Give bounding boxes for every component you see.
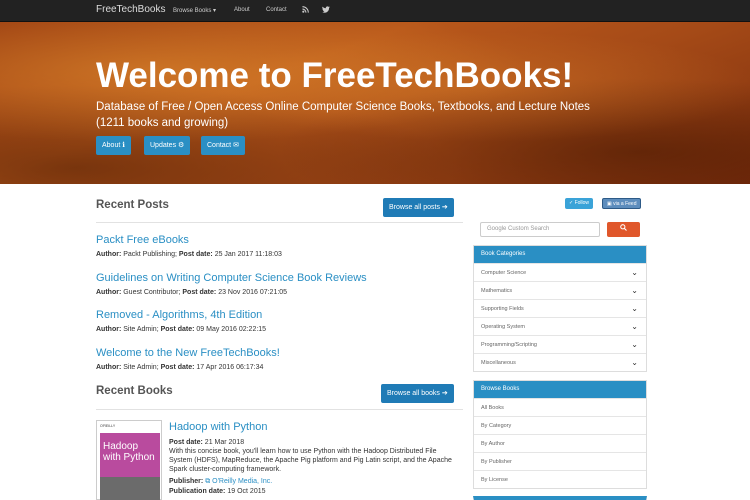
- divider: [96, 409, 463, 410]
- chevron-down-icon[interactable]: ⌄: [631, 282, 638, 300]
- magnifier-icon: [620, 224, 627, 233]
- browse-item-by-author[interactable]: By Author: [474, 434, 646, 452]
- category-item[interactable]: Operating System ⌄: [474, 317, 646, 335]
- cover-publisher: O'REILLY: [100, 424, 116, 428]
- feed-subscribe-button[interactable]: ▣ via a Feed: [602, 198, 642, 209]
- post-meta: Author: Site Admin; Post date: 17 Apr 20…: [96, 364, 264, 371]
- category-item[interactable]: Computer Science ⌄: [474, 263, 646, 281]
- search-input[interactable]: Google Custom Search: [480, 222, 600, 237]
- browse-item-all-books[interactable]: All Books: [474, 398, 646, 416]
- external-link-icon: ⧉: [205, 478, 211, 485]
- category-item[interactable]: Supporting Fields ⌄: [474, 299, 646, 317]
- post-title-link[interactable]: Guidelines on Writing Computer Science B…: [96, 272, 463, 284]
- browse-all-books-button[interactable]: Browse all books ➔: [381, 384, 454, 403]
- post-meta: Author: Packt Publishing; Post date: 25 …: [96, 251, 282, 258]
- divider: [96, 222, 463, 223]
- panel-heading: Book Categories: [474, 246, 646, 263]
- hero-subtitle: Database of Free / Open Access Online Co…: [96, 101, 590, 129]
- chevron-down-icon[interactable]: ⌄: [631, 354, 638, 372]
- post-title-link[interactable]: Removed - Algorithms, 4th Edition: [96, 309, 463, 321]
- about-button[interactable]: About ℹ: [96, 136, 131, 155]
- book-publisher: Publisher: ⧉ O'Reilly Media, Inc.: [169, 478, 273, 485]
- post-meta: Author: Site Admin; Post date: 09 May 20…: [96, 326, 267, 333]
- twitter-icon[interactable]: [322, 6, 330, 15]
- post-item: Welcome to the New FreeTechBooks! Author…: [96, 347, 463, 371]
- browse-books-panel: Browse Books All Books By Category By Au…: [473, 380, 647, 489]
- publisher-link[interactable]: O'Reilly Media, Inc.: [212, 478, 272, 485]
- hero-banner: Welcome to FreeTechBooks! Database of Fr…: [0, 22, 750, 184]
- contact-button[interactable]: Contact ✉: [201, 136, 245, 155]
- browse-item-by-publisher[interactable]: By Publisher: [474, 452, 646, 470]
- post-item: Removed - Algorithms, 4th Edition Author…: [96, 309, 463, 333]
- rss-icon[interactable]: [302, 6, 309, 15]
- category-item[interactable]: Mathematics ⌄: [474, 281, 646, 299]
- post-item: Guidelines on Writing Computer Science B…: [96, 272, 463, 296]
- next-panel: [473, 496, 647, 500]
- book-description: With this concise book, you'll learn how…: [169, 448, 452, 473]
- cover-title: Hadoop with Python: [100, 433, 160, 477]
- feed-icon: ▣: [607, 201, 612, 207]
- book-item: O'REILLY Hadoop with Python Hadoop with …: [96, 412, 463, 500]
- browse-all-posts-button[interactable]: Browse all posts ➔: [383, 198, 454, 217]
- book-post-date: Post date: 21 Mar 2018: [169, 439, 245, 446]
- book-cover-image[interactable]: O'REILLY Hadoop with Python: [96, 420, 162, 500]
- category-item[interactable]: Programming/Scripting ⌄: [474, 335, 646, 353]
- nav-contact[interactable]: Contact: [266, 7, 287, 13]
- post-meta: Author: Guest Contributor; Post date: 23…: [96, 289, 288, 296]
- browse-item-by-category[interactable]: By Category: [474, 416, 646, 434]
- post-title-link[interactable]: Packt Free eBooks: [96, 234, 463, 246]
- book-title-link[interactable]: Hadoop with Python: [169, 421, 267, 433]
- book-categories-panel: Book Categories Computer Science ⌄ Mathem…: [473, 245, 647, 372]
- nav-about[interactable]: About: [234, 7, 250, 13]
- nav-browse-books[interactable]: Browse Books ▾: [173, 7, 216, 14]
- twitter-follow-button[interactable]: ✓ Follow: [565, 198, 594, 209]
- post-item: Packt Free eBooks Author: Packt Publishi…: [96, 234, 463, 258]
- category-item[interactable]: Miscellaneous ⌄: [474, 353, 646, 371]
- chevron-down-icon[interactable]: ⌄: [631, 264, 638, 282]
- search-button[interactable]: [607, 222, 640, 237]
- browse-item-by-license[interactable]: By License: [474, 470, 646, 488]
- chevron-down-icon[interactable]: ⌄: [631, 318, 638, 336]
- updates-button[interactable]: Updates ⚙: [144, 136, 191, 155]
- site-brand[interactable]: FreeTechBooks: [96, 4, 165, 15]
- top-navbar: FreeTechBooks Browse Books ▾ About Conta…: [0, 0, 750, 22]
- chevron-down-icon[interactable]: ⌄: [631, 300, 638, 318]
- chevron-down-icon[interactable]: ⌄: [631, 336, 638, 354]
- hero-title: Welcome to FreeTechBooks!: [96, 56, 574, 95]
- twitter-icon: ✓: [569, 200, 574, 206]
- post-title-link[interactable]: Welcome to the New FreeTechBooks!: [96, 347, 463, 359]
- panel-heading: Browse Books: [474, 381, 646, 398]
- recent-posts-heading: Recent Posts: [96, 199, 169, 211]
- book-publication-date: Publication date: 19 Oct 2015: [169, 488, 266, 495]
- recent-books-heading: Recent Books: [96, 385, 173, 397]
- cover-photo: [100, 477, 160, 500]
